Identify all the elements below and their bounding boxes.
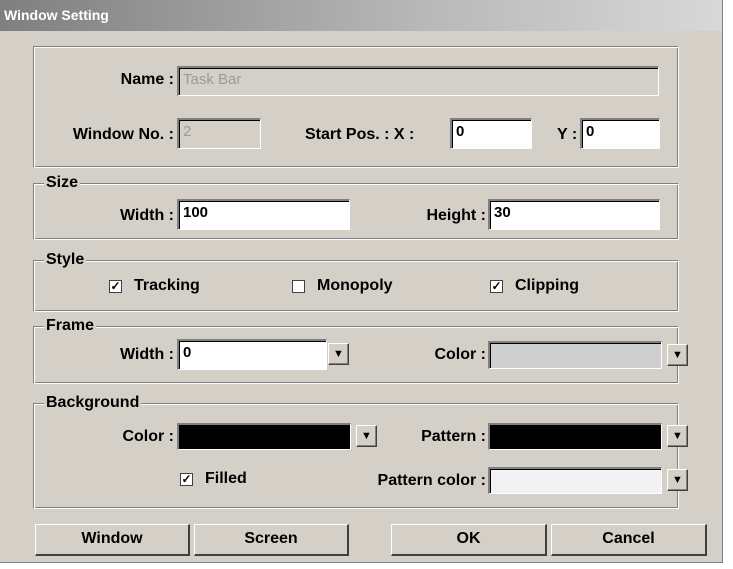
background-color-select[interactable] bbox=[177, 423, 351, 450]
background-legend: Background bbox=[44, 394, 142, 412]
chevron-down-icon: ▼ bbox=[672, 430, 683, 442]
window-no-field[interactable]: 2 bbox=[177, 118, 261, 149]
chevron-down-icon: ▼ bbox=[333, 348, 344, 360]
background-color-label: Color : bbox=[122, 428, 174, 445]
chevron-down-icon: ▼ bbox=[361, 430, 372, 442]
style-legend: Style bbox=[44, 251, 87, 269]
monopoly-label: Monopoly bbox=[317, 277, 393, 294]
frame-color-label: Color : bbox=[434, 346, 486, 363]
tracking-checkbox[interactable]: ✓ bbox=[109, 280, 122, 293]
frame-legend: Frame bbox=[44, 317, 97, 335]
window-setting-dialog: Window Setting Name : Task Bar Window No… bbox=[0, 0, 723, 563]
start-pos-label: Start Pos. : X : bbox=[305, 126, 415, 143]
size-width-label: Width : bbox=[119, 207, 174, 224]
monopoly-checkbox[interactable] bbox=[292, 280, 305, 293]
start-y-field[interactable]: 0 bbox=[580, 118, 660, 149]
background-color-dropdown-button[interactable]: ▼ bbox=[356, 425, 377, 447]
y-label: Y : bbox=[557, 126, 578, 143]
start-x-field[interactable]: 0 bbox=[450, 118, 532, 149]
chevron-down-icon: ▼ bbox=[672, 349, 683, 361]
filled-check-mark-icon: ✓ bbox=[181, 472, 192, 486]
pattern-dropdown-button[interactable]: ▼ bbox=[667, 425, 688, 447]
pattern-color-select[interactable] bbox=[488, 467, 662, 494]
general-group bbox=[33, 46, 679, 168]
chevron-down-icon: ▼ bbox=[672, 474, 683, 486]
frame-color-dropdown-button[interactable]: ▼ bbox=[667, 344, 688, 366]
size-width-field[interactable]: 100 bbox=[177, 199, 350, 230]
ok-button[interactable]: OK bbox=[391, 524, 547, 556]
tracking-check-mark-icon: ✓ bbox=[110, 279, 121, 293]
tracking-label: Tracking bbox=[134, 277, 200, 294]
size-legend: Size bbox=[44, 174, 81, 192]
frame-width-dropdown-button[interactable]: ▼ bbox=[328, 343, 349, 365]
clipping-check-mark-icon: ✓ bbox=[491, 279, 502, 293]
clipping-label: Clipping bbox=[515, 277, 579, 294]
pattern-label: Pattern : bbox=[421, 428, 486, 445]
screen-button[interactable]: Screen bbox=[194, 524, 349, 556]
filled-checkbox[interactable]: ✓ bbox=[180, 473, 193, 486]
cancel-button[interactable]: Cancel bbox=[551, 524, 707, 556]
pattern-color-dropdown-button[interactable]: ▼ bbox=[667, 469, 688, 491]
frame-color-select[interactable] bbox=[488, 341, 662, 369]
dialog-title: Window Setting bbox=[4, 7, 109, 23]
size-height-field[interactable]: 30 bbox=[488, 199, 660, 230]
title-bar: Window Setting bbox=[0, 0, 722, 31]
clipping-checkbox[interactable]: ✓ bbox=[490, 280, 503, 293]
pattern-select[interactable] bbox=[488, 423, 662, 450]
pattern-color-label: Pattern color : bbox=[377, 472, 486, 489]
name-field[interactable]: Task Bar bbox=[177, 66, 659, 96]
name-label: Name : bbox=[120, 71, 174, 88]
size-height-label: Height : bbox=[426, 207, 486, 224]
window-button[interactable]: Window bbox=[35, 524, 190, 556]
frame-width-select[interactable]: 0 bbox=[177, 339, 327, 370]
filled-label: Filled bbox=[205, 470, 247, 487]
frame-width-label: Width : bbox=[119, 346, 174, 363]
window-no-label: Window No. : bbox=[72, 126, 174, 143]
